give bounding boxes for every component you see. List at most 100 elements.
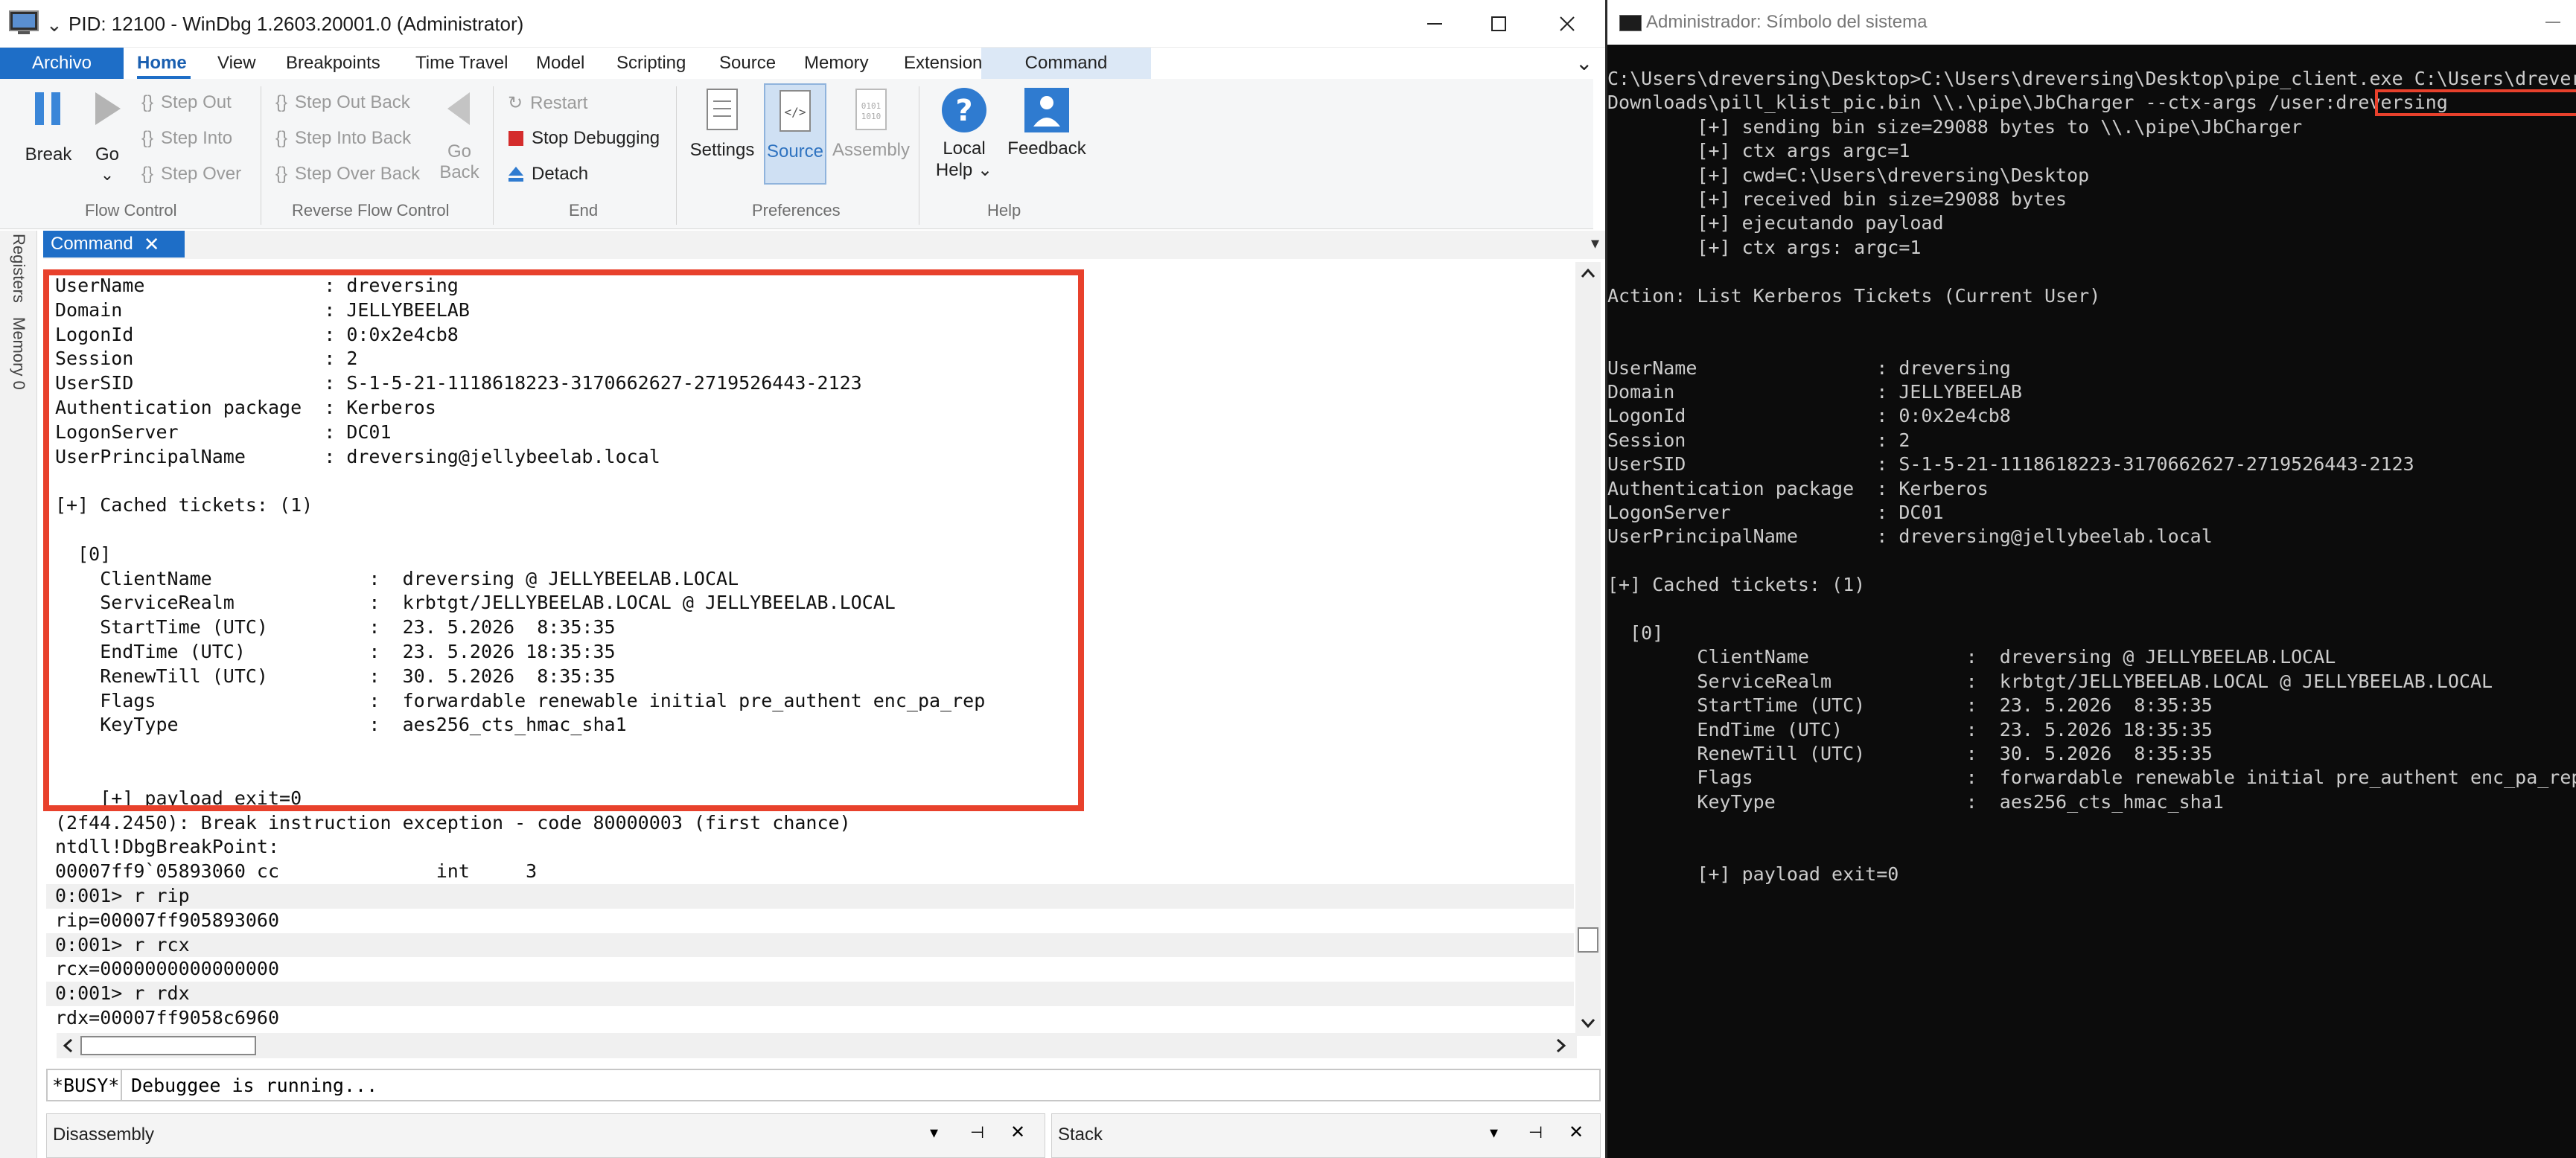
tab-command[interactable]: Command — [981, 48, 1151, 79]
cmd-output-line: [+] ctx args: argc=1 — [1607, 236, 1922, 258]
feedback-icon — [1024, 88, 1069, 132]
step-over-button[interactable]: {} Step Over — [141, 164, 241, 185]
restart-button[interactable]: ↻ Restart — [508, 92, 587, 114]
tab-view[interactable]: View — [217, 48, 256, 79]
close-button[interactable] — [1535, 0, 1599, 48]
minimize-icon[interactable] — [2544, 13, 2562, 31]
minimize-button[interactable] — [1403, 0, 1467, 48]
go-back-button[interactable]: Go Back — [438, 89, 481, 183]
minimize-icon — [1427, 23, 1442, 25]
go-dropdown-chevron-icon[interactable]: ⌄ — [101, 165, 114, 185]
tab-model[interactable]: Model — [536, 48, 584, 79]
step-into-button[interactable]: {} Step Into — [141, 128, 232, 149]
tab-command-window[interactable]: Command ✕ — [43, 231, 185, 257]
step-over-label: Step Over — [161, 164, 242, 184]
cmd-output-line: [+] Cached tickets: (1) — [1607, 574, 1866, 596]
tab-time-travel[interactable]: Time Travel — [415, 48, 508, 79]
step-out-icon: {} — [141, 92, 154, 112]
go-button[interactable]: Go ⌄ — [83, 89, 131, 185]
tab-breakpoints[interactable]: Breakpoints — [286, 48, 380, 79]
step-into-back-button[interactable]: {} Step Into Back — [275, 128, 411, 149]
tab-scripting[interactable]: Scripting — [616, 48, 686, 79]
scroll-right-icon[interactable] — [1550, 1033, 1572, 1058]
step-out-button[interactable]: {} Step Out — [141, 92, 232, 113]
cmd-output-line: LogonId : 0:0x2e4cb8 — [1607, 405, 2011, 427]
command-input[interactable]: Debuggee is running... — [131, 1070, 377, 1100]
settings-button[interactable]: Settings — [688, 88, 756, 161]
step-out-back-label: Step Out Back — [295, 92, 410, 112]
cmd-output-line — [1607, 332, 2576, 356]
command-output-line: (2f44.2450): Break instruction exception… — [55, 811, 851, 834]
tab-extensions[interactable]: Extensions — [904, 48, 991, 79]
step-over-back-label: Step Over Back — [295, 164, 421, 184]
close-pane-icon[interactable]: ✕ — [1569, 1122, 1584, 1143]
cmd-output-line: UserPrincipalName : dreversing@jellybeel… — [1607, 525, 2213, 548]
tab-memory[interactable]: Memory — [804, 48, 869, 79]
step-out-back-button[interactable]: {} Step Out Back — [275, 92, 410, 113]
cmd-output-lines: C:\Users\dreversing\Desktop>C:\Users\dre… — [1607, 67, 2576, 886]
assembly-button[interactable]: 0101 1010 Assembly — [831, 88, 911, 161]
go-label: Go — [95, 144, 119, 164]
source-button[interactable]: </> Source — [764, 83, 826, 185]
collapse-ribbon-chevron-icon[interactable]: ⌄ — [1575, 51, 1593, 75]
tab-home[interactable]: Home — [137, 48, 187, 79]
pin-icon[interactable]: ⊣ — [1528, 1123, 1543, 1142]
play-back-icon — [447, 92, 470, 125]
vertical-scroll-thumb[interactable] — [1578, 927, 1598, 953]
side-tab-memory[interactable]: Memory 0 — [9, 317, 28, 390]
feedback-button[interactable]: Feedback — [1005, 86, 1088, 159]
busy-indicator: *BUSY* — [48, 1070, 122, 1100]
scroll-up-icon[interactable] — [1575, 262, 1601, 284]
pane-menu-chevron-icon[interactable]: ▾ — [1591, 234, 1599, 253]
command-input-bar[interactable]: *BUSY* Debuggee is running... — [46, 1069, 1601, 1101]
scroll-left-icon[interactable] — [57, 1033, 79, 1058]
horizontal-scrollbar[interactable] — [57, 1033, 1577, 1058]
settings-icon — [707, 89, 738, 130]
cmd-output-line: RenewTill (UTC) : 30. 5.2026 8:35:35 — [1607, 742, 2213, 764]
horizontal-scroll-thumb[interactable] — [80, 1036, 256, 1055]
cmd-output-line: Action: List Kerberos Tickets (Current U… — [1607, 284, 2101, 307]
local-help-button[interactable]: ? Local Help ⌄ — [932, 86, 996, 181]
maximize-button[interactable] — [1467, 0, 1531, 48]
side-tab-registers[interactable]: Registers — [9, 234, 28, 303]
pane-dropdown-icon[interactable]: ▾ — [1490, 1123, 1498, 1142]
cmd-output-line: KeyType : aes256_cts_hmac_sha1 — [1607, 790, 2224, 813]
step-over-back-button[interactable]: {} Step Over Back — [275, 164, 420, 185]
cmd-output-line: Authentication package : Kerberos — [1607, 477, 1989, 499]
highlight-annotation-box — [2375, 89, 2576, 116]
command-output-line: rcx=0000000000000000 — [55, 958, 280, 980]
cmd-output-line: StartTime (UTC) : 23. 5.2026 8:35:35 — [1607, 694, 2213, 717]
cmd-output-line: ClientName : dreversing @ JELLYBEELAB.LO… — [1607, 646, 2336, 668]
scroll-down-icon[interactable] — [1575, 1012, 1601, 1034]
cmd-output-line: [+] ejecutando payload — [1607, 212, 1944, 234]
cmd-window: Administrador: Símbolo del sistema C:\Us… — [1605, 0, 2576, 1158]
stack-title: Stack — [1058, 1125, 1103, 1145]
break-button[interactable]: Break — [16, 89, 80, 165]
group-help: Help — [987, 201, 1021, 220]
step-out-back-icon: {} — [275, 92, 288, 112]
pin-icon[interactable]: ⊣ — [970, 1123, 984, 1142]
break-label: Break — [25, 144, 72, 164]
cmd-output-line: Flags : forwardable renewable initial pr… — [1607, 767, 2576, 789]
detach-button[interactable]: Detach — [508, 164, 588, 185]
vertical-scrollbar[interactable] — [1575, 262, 1601, 1036]
ribbon-tabs: Archivo Home View Breakpoints Time Trave… — [0, 48, 1605, 79]
close-tab-icon[interactable]: ✕ — [144, 233, 160, 256]
svg-text:1010: 1010 — [861, 112, 881, 121]
svg-text:</>: </> — [785, 105, 806, 119]
cmd-output-line — [1607, 839, 2576, 863]
tab-file[interactable]: Archivo — [0, 48, 124, 79]
tab-source[interactable]: Source — [719, 48, 776, 79]
stop-debugging-button[interactable]: Stop Debugging — [508, 128, 660, 149]
pane-dropdown-icon[interactable]: ▾ — [930, 1123, 938, 1142]
cmd-icon — [1619, 15, 1642, 31]
highlight-annotation-box — [43, 269, 1084, 811]
cmd-output-line: [+] cwd=C:\Users\dreversing\Desktop — [1607, 164, 2090, 186]
window-title: PID: 12100 - WinDbg 1.2603.20001.0 (Admi… — [68, 13, 524, 35]
system-menu-chevron-icon[interactable]: ⌄ — [46, 13, 63, 36]
side-tool-tabs: Registers Memory 0 — [0, 231, 37, 1158]
cmd-output-line: UserSID : S-1-5-21-1118618223-3170662627… — [1607, 453, 2414, 476]
close-pane-icon[interactable]: ✕ — [1010, 1122, 1025, 1143]
step-over-icon: {} — [141, 164, 154, 184]
command-output-line: 0:001> r rdx — [46, 982, 1574, 1006]
